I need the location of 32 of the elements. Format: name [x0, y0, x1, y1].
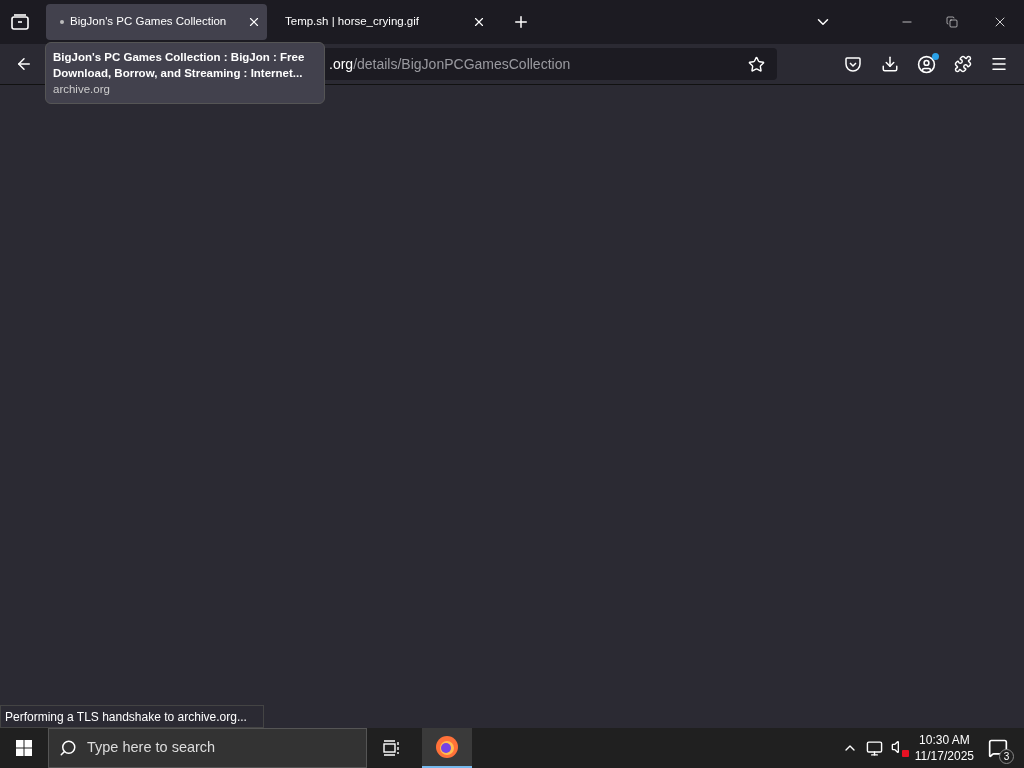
tooltip-title: BigJon's PC Games Collection : BigJon : Free Download, Borrow, and Streaming : Internet...	[53, 50, 306, 81]
url-host: .org	[329, 54, 354, 74]
close-icon[interactable]	[247, 15, 261, 29]
windows-start-icon[interactable]	[16, 740, 32, 756]
extensions-icon[interactable]	[954, 55, 972, 73]
firefox-taskbar-button[interactable]	[422, 728, 472, 768]
tooltip-domain: archive.org	[53, 82, 111, 97]
taskbar-search-field[interactable]: Type here to search	[48, 728, 367, 768]
network-icon[interactable]	[865, 739, 883, 757]
close-icon[interactable]	[472, 15, 486, 29]
tab-title: BigJon's PC Games Collection	[70, 14, 228, 30]
status-text: Performing a TLS handshake to archive.org...	[5, 708, 247, 726]
pocket-icon[interactable]	[845, 56, 861, 72]
account-icon[interactable]	[917, 54, 936, 74]
notification-count: 3	[999, 749, 1014, 764]
volume-icon[interactable]	[890, 739, 909, 757]
browser-logo-icon	[435, 735, 459, 759]
browser-tab[interactable]: Temp.sh | horse_crying.gif	[271, 4, 492, 40]
browser-tab[interactable]: BigJon's PC Games Collection	[46, 4, 267, 40]
restore-icon[interactable]	[946, 16, 958, 28]
back-icon[interactable]	[15, 55, 33, 73]
search-icon	[59, 739, 77, 757]
clock-time[interactable]: 10:30 AM	[919, 732, 970, 748]
task-view-icon[interactable]	[383, 740, 401, 756]
download-icon[interactable]	[881, 55, 899, 73]
bookmark-star-icon[interactable]	[748, 55, 765, 73]
menu-icon[interactable]	[990, 55, 1008, 73]
clock-date[interactable]: 11/17/2025	[914, 748, 974, 764]
new-tab-icon[interactable]	[512, 13, 530, 31]
tab-title: Temp.sh | horse_crying.gif	[285, 14, 421, 30]
search-placeholder: Type here to search	[87, 738, 216, 758]
url-path: /details/BigJonPCGamesCollection	[353, 54, 572, 74]
